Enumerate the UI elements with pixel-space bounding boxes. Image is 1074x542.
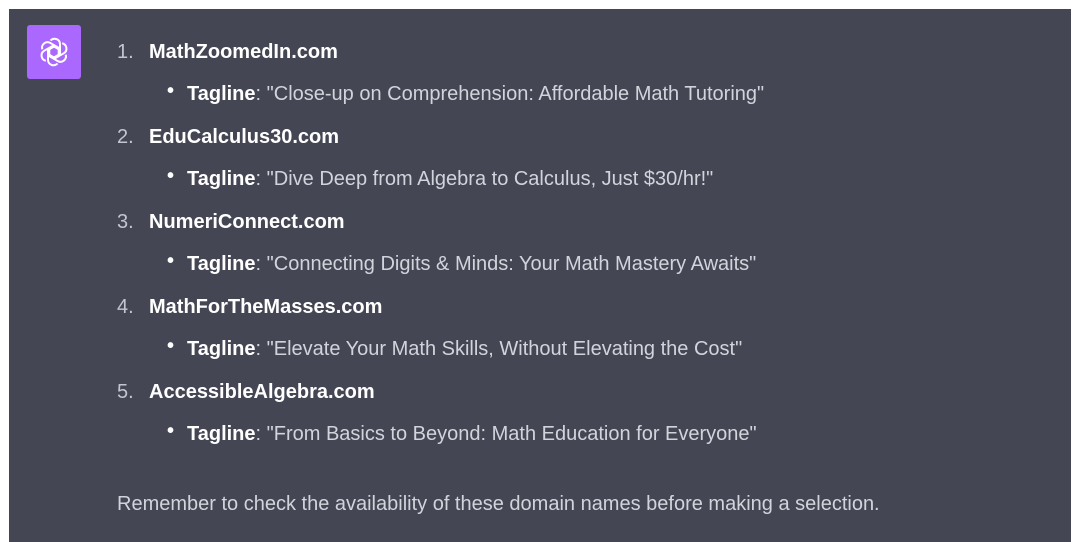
tagline-label: Tagline — [187, 338, 256, 360]
assistant-message-panel: 1. MathZoomedIn.com • Tagline: "Close-up o… — [9, 9, 1071, 542]
domain-name: MathForTheMasses.com — [149, 296, 383, 318]
bullet: • — [167, 420, 175, 442]
tagline-text: "Elevate Your Math Skills, Without Eleva… — [261, 338, 743, 360]
domain-line: 2. EduCalculus30.com — [117, 122, 1057, 152]
tagline-label: Tagline — [187, 168, 256, 190]
domain-line: 5. AccessibleAlgebra.com — [117, 377, 1057, 407]
domain-line: 1. MathZoomedIn.com — [117, 37, 1057, 67]
list-item: 3. NumeriConnect.com • Tagline: "Connectin… — [117, 207, 1057, 292]
domain-name: EduCalculus30.com — [149, 126, 340, 148]
tagline-label: Tagline — [187, 253, 256, 275]
tagline-line: • Tagline: "Elevate Your Math Skills, Wit… — [117, 322, 1057, 377]
tagline-line: • Tagline: "From Basics to Beyond: Math E… — [117, 407, 1057, 462]
domain-name: NumeriConnect.com — [149, 211, 345, 233]
openai-logo-icon — [40, 37, 68, 67]
domain-name: MathZoomedIn.com — [149, 41, 338, 63]
list-item: 4. MathForTheMasses.com • Tagline: "Elevat… — [117, 292, 1057, 377]
domain-line: 3. NumeriConnect.com — [117, 207, 1057, 237]
domain-line: 4. MathForTheMasses.com — [117, 292, 1057, 322]
bullet: • — [167, 335, 175, 357]
bullet: • — [167, 165, 175, 187]
bullet: • — [167, 80, 175, 102]
tagline-line: • Tagline: "Connecting Digits & Minds: Yo… — [117, 237, 1057, 292]
bullet: • — [167, 250, 175, 272]
tagline-line: • Tagline: "Dive Deep from Algebra to Cal… — [117, 152, 1057, 207]
list-item: 2. EduCalculus30.com • Tagline: "Dive Deep… — [117, 122, 1057, 207]
list-item: 1. MathZoomedIn.com • Tagline: "Close-up o… — [117, 37, 1057, 122]
domain-name: AccessibleAlgebra.com — [149, 381, 375, 403]
assistant-avatar — [27, 25, 81, 79]
list-number: 3. — [117, 211, 134, 233]
list-number: 1. — [117, 41, 134, 63]
tagline-line: • Tagline: "Close-up on Comprehension: Af… — [117, 67, 1057, 122]
tagline-text: "Close-up on Comprehension: Affordable M… — [261, 83, 765, 105]
tagline-text: "Connecting Digits & Minds: Your Math Ma… — [261, 253, 757, 275]
tagline-text: "Dive Deep from Algebra to Calculus, Jus… — [261, 168, 714, 190]
list-item: 5. AccessibleAlgebra.com • Tagline: "From … — [117, 377, 1057, 462]
tagline-label: Tagline — [187, 83, 256, 105]
message-body: 1. MathZoomedIn.com • Tagline: "Close-up o… — [117, 37, 1057, 462]
closing-paragraph: Remember to check the availability of th… — [117, 493, 880, 515]
tagline-text: "From Basics to Beyond: Math Education f… — [261, 423, 757, 445]
tagline-label: Tagline — [187, 423, 256, 445]
list-number: 5. — [117, 381, 134, 403]
list-number: 4. — [117, 296, 134, 318]
list-number: 2. — [117, 126, 134, 148]
